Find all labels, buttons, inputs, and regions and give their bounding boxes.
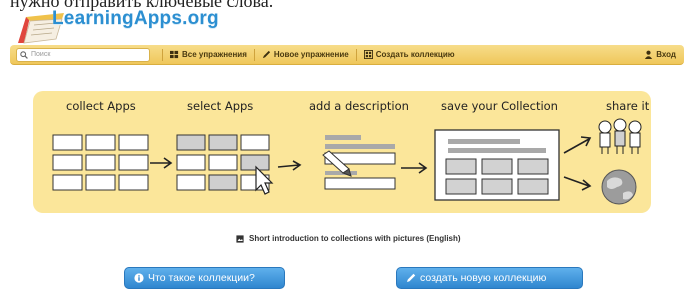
pencil-icon xyxy=(262,50,270,59)
nav-all-exercises-label: Все упражнения xyxy=(182,50,247,59)
nav-create-collection-label: Создать коллекцию xyxy=(375,50,455,59)
nav-create-collection[interactable]: Создать коллекцию xyxy=(363,50,455,59)
search-icon xyxy=(20,50,28,59)
nav-divider xyxy=(253,48,255,61)
banner-illustration xyxy=(52,118,642,205)
search-input[interactable]: Поиск xyxy=(16,47,150,62)
collections-banner: collect Apps select Apps add a descripti… xyxy=(33,91,651,213)
arrow-icon xyxy=(563,136,592,154)
logo-text: LearningApps.org xyxy=(52,8,219,29)
nav-new-exercise[interactable]: Новое упражнение xyxy=(262,50,349,59)
login-button[interactable]: Вход xyxy=(644,50,676,59)
arrow-icon xyxy=(277,160,302,171)
nav-divider xyxy=(162,48,163,61)
logo[interactable]: LearningApps.org xyxy=(16,5,256,44)
grid-icon xyxy=(170,50,179,59)
what-are-collections-button[interactable]: Что такое коллекции? xyxy=(124,267,285,289)
saved-collection-illustration xyxy=(434,129,560,201)
pencil-icon xyxy=(407,273,416,282)
intro-link-label: Short introduction to collections with p… xyxy=(249,234,461,243)
nav-all-exercises[interactable]: Все упражнения xyxy=(170,50,247,59)
nav-divider xyxy=(355,48,357,61)
what-are-collections-label: Что такое коллекции? xyxy=(148,272,255,284)
navbar: Поиск Все упражнения Новое упражнение Со… xyxy=(10,45,684,65)
arrow-icon xyxy=(401,162,428,174)
search-placeholder: Поиск xyxy=(31,51,51,58)
description-illustration xyxy=(322,135,396,190)
globe-icon xyxy=(601,169,637,205)
arrow-icon xyxy=(150,157,173,169)
image-icon xyxy=(236,234,244,243)
create-new-collection-button[interactable]: создать новую коллекцию xyxy=(396,267,583,289)
login-label: Вход xyxy=(656,50,676,59)
create-new-collection-label: создать новую коллекцию xyxy=(420,272,547,284)
info-icon xyxy=(134,273,144,283)
collection-icon xyxy=(363,50,373,59)
people-icon xyxy=(598,118,642,154)
select-apps-grid xyxy=(176,134,270,191)
nav-new-exercise-label: Новое упражнение xyxy=(273,50,349,59)
collect-apps-grid xyxy=(52,134,149,191)
arrow-icon xyxy=(563,176,592,191)
user-icon xyxy=(645,50,653,59)
intro-link[interactable]: Short introduction to collections with p… xyxy=(236,234,461,243)
